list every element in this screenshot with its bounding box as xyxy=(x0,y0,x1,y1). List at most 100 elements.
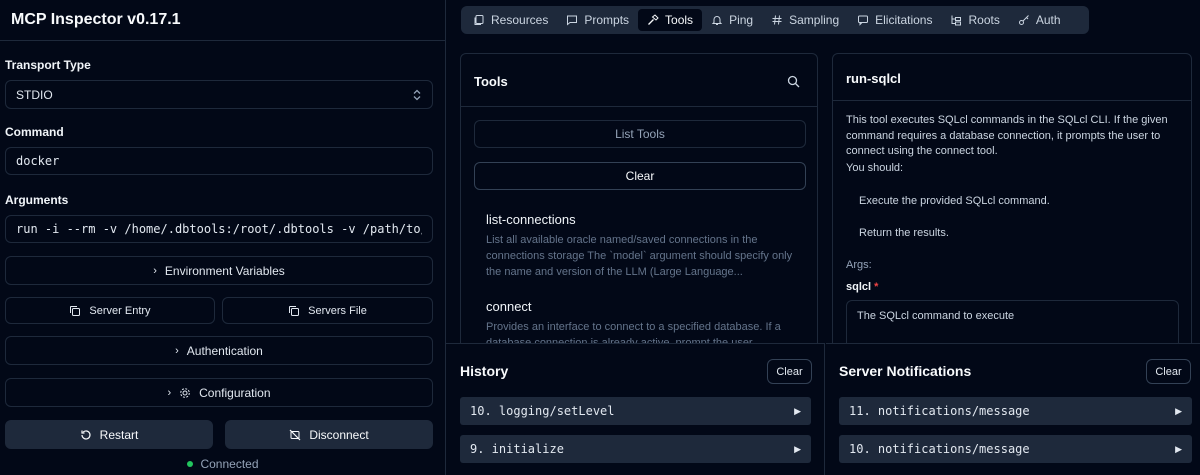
tool-detail-title: run-sqlcl xyxy=(846,71,901,86)
history-entry[interactable]: 9. initialize ▶ xyxy=(460,435,811,463)
tool-detail-panel: run-sqlcl This tool executes SQLcl comma… xyxy=(832,53,1192,353)
arguments-value: run -i --rm -v /home/.dbtools:/root/.dbt… xyxy=(16,222,422,236)
notification-entry[interactable]: 10. notifications/message ▶ xyxy=(839,435,1192,463)
notification-entry-label: 10. notifications/message xyxy=(849,442,1030,456)
search-icon[interactable] xyxy=(787,75,800,88)
tool-list-item[interactable]: list-connections List all available orac… xyxy=(486,212,801,280)
history-entry[interactable]: 10. logging/setLevel ▶ xyxy=(460,397,811,425)
history-panel: History Clear 10. logging/setLevel ▶ 9. … xyxy=(446,343,825,475)
message-icon xyxy=(567,15,578,26)
bell-icon xyxy=(711,16,723,25)
tab-auth[interactable]: Auth xyxy=(1009,9,1070,31)
disconnect-button[interactable]: Disconnect xyxy=(225,420,433,449)
arguments-label: Arguments xyxy=(5,193,69,207)
divider xyxy=(833,100,1191,101)
tab-resources[interactable]: Resources xyxy=(464,9,557,31)
tool-detail-you-should: You should: xyxy=(846,162,904,174)
tab-roots[interactable]: Roots xyxy=(941,9,1008,31)
tab-label: Tools xyxy=(665,13,694,27)
message-square-icon xyxy=(858,15,869,26)
tool-name: list-connections xyxy=(486,212,576,227)
tools-panel-title: Tools xyxy=(474,74,508,89)
copy-icon xyxy=(289,305,300,316)
arguments-input[interactable]: run -i --rm -v /home/.dbtools:/root/.dbt… xyxy=(5,215,433,243)
command-value: docker xyxy=(16,154,60,168)
chevron-right-icon: › xyxy=(175,344,179,357)
tab-ping[interactable]: Ping xyxy=(702,9,762,31)
gear-icon xyxy=(180,387,190,398)
chevron-right-icon: › xyxy=(153,264,157,277)
clear-notifications-button[interactable]: Clear xyxy=(1146,359,1191,384)
tab-label: Auth xyxy=(1035,13,1061,27)
transport-type-select[interactable]: STDIO xyxy=(5,80,433,109)
command-input[interactable]: docker xyxy=(5,147,433,175)
chevron-up-down-icon xyxy=(413,89,421,100)
environment-variables-toggle[interactable]: › Environment Variables xyxy=(5,256,433,285)
tab-tools[interactable]: Tools xyxy=(638,9,703,31)
tab-sampling[interactable]: Sampling xyxy=(762,9,848,31)
hammer-icon xyxy=(648,14,659,25)
tab-label: Sampling xyxy=(789,13,840,27)
folder-tree-icon xyxy=(951,15,962,26)
tab-elicitations[interactable]: Elicitations xyxy=(848,9,941,31)
copy-icon xyxy=(70,305,81,316)
transport-type-value: STDIO xyxy=(16,87,53,102)
expand-play-icon[interactable]: ▶ xyxy=(794,444,801,455)
tool-detail-args: Args: xyxy=(846,259,872,271)
sidebar-header: MCP Inspector v0.17.1 xyxy=(0,0,445,41)
tab-prompts[interactable]: Prompts xyxy=(557,9,638,31)
environment-variables-label: Environment Variables xyxy=(164,263,285,278)
sidebar: MCP Inspector v0.17.1 Transport Type STD… xyxy=(0,0,446,475)
history-entry-label: 9. initialize xyxy=(470,442,564,456)
tab-label: Prompts xyxy=(584,13,630,27)
expand-play-icon[interactable]: ▶ xyxy=(1175,444,1182,455)
tab-label: Elicitations xyxy=(875,13,933,27)
clear-history-label: Clear xyxy=(776,365,803,378)
servers-file-button[interactable]: Servers File xyxy=(222,297,433,324)
restart-button[interactable]: Restart xyxy=(5,420,213,449)
connection-status: Connected xyxy=(0,457,446,471)
clear-tools-label: Clear xyxy=(625,169,655,183)
hash-icon xyxy=(772,15,782,25)
tool-description: List all available oracle named/saved co… xyxy=(486,234,793,278)
app-title: MCP Inspector v0.17.1 xyxy=(11,11,181,28)
param-name: sqlcl xyxy=(846,281,872,293)
rotate-ccw-icon xyxy=(81,429,91,440)
server-entry-label: Server Entry xyxy=(89,304,151,317)
clear-history-button[interactable]: Clear xyxy=(767,359,812,384)
status-dot-icon xyxy=(187,461,194,467)
server-entry-button[interactable]: Server Entry xyxy=(5,297,215,324)
unplug-icon xyxy=(289,429,301,440)
tool-name: connect xyxy=(486,299,532,314)
history-title: History xyxy=(460,363,509,379)
tool-detail-step: Return the results. xyxy=(859,227,949,239)
tool-detail-step: Execute the provided SQLcl command. xyxy=(859,195,1050,207)
expand-play-icon[interactable]: ▶ xyxy=(1175,406,1182,417)
clear-notifications-label: Clear xyxy=(1155,365,1182,378)
restart-label: Restart xyxy=(99,427,139,442)
tab-label: Resources xyxy=(491,13,549,27)
tab-label: Roots xyxy=(968,13,1000,27)
tab-label: Ping xyxy=(729,13,754,27)
files-icon xyxy=(474,15,484,25)
transport-type-label: Transport Type xyxy=(5,58,91,72)
disconnect-label: Disconnect xyxy=(309,427,369,442)
sqlcl-param-placeholder: The SQLcl command to execute xyxy=(857,310,1015,322)
authentication-toggle[interactable]: › Authentication xyxy=(5,336,433,365)
authentication-label: Authentication xyxy=(186,343,263,358)
status-text: Connected xyxy=(200,457,259,471)
list-tools-label: List Tools xyxy=(615,127,665,141)
servers-file-label: Servers File xyxy=(308,304,367,317)
clear-tools-button[interactable]: Clear xyxy=(474,162,806,190)
list-tools-button[interactable]: List Tools xyxy=(474,120,806,148)
server-notifications-panel: Server Notifications Clear 11. notificat… xyxy=(826,343,1200,475)
notification-entry[interactable]: 11. notifications/message ▶ xyxy=(839,397,1192,425)
chevron-right-icon: › xyxy=(167,386,172,399)
param-label: sqlcl * xyxy=(846,281,878,293)
tool-detail-description: This tool executes SQLcl commands in the… xyxy=(846,114,1168,157)
expand-play-icon[interactable]: ▶ xyxy=(794,406,801,417)
server-notifications-title: Server Notifications xyxy=(839,363,972,379)
configuration-toggle[interactable]: › Configuration xyxy=(5,378,433,407)
main-tabs: Resources Prompts Tools Ping Sampling El… xyxy=(461,6,1089,34)
configuration-label: Configuration xyxy=(199,385,271,400)
